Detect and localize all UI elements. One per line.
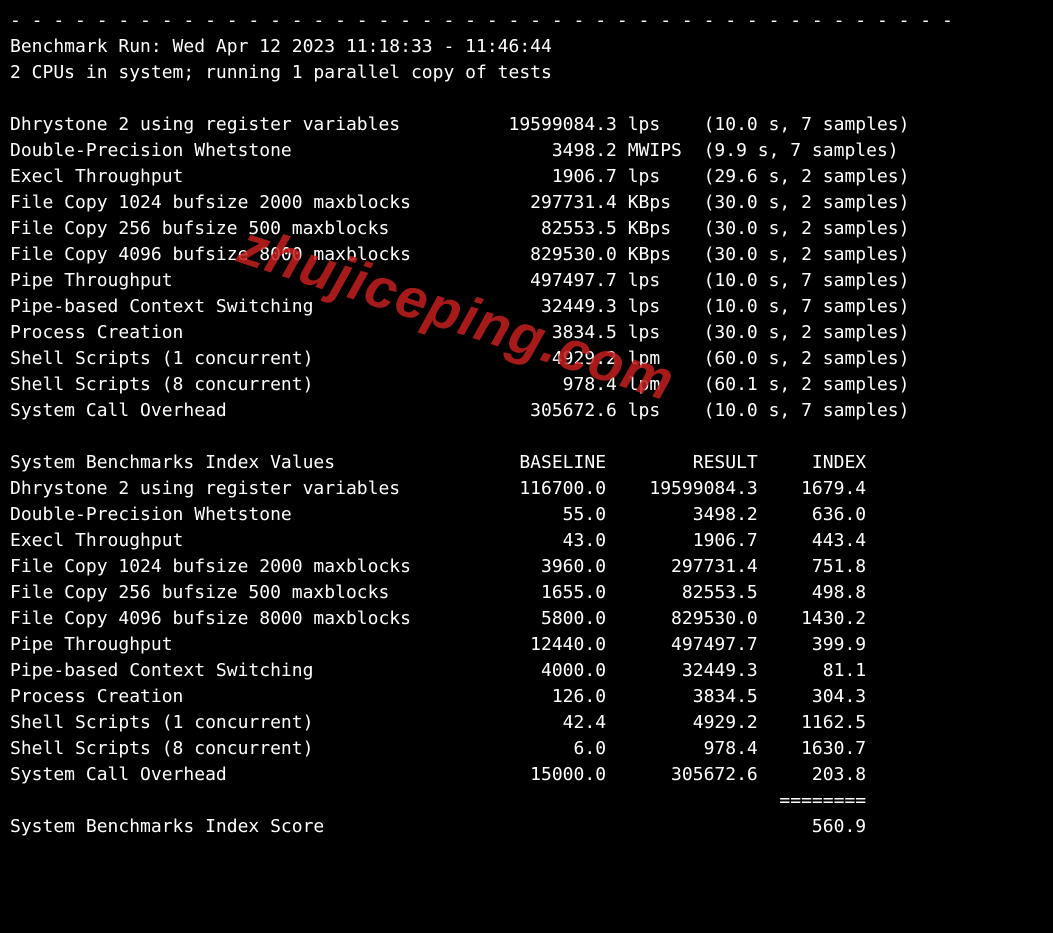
cpu-info-line: 2 CPUs in system; running 1 parallel cop… [10,62,552,83]
benchmark-run-line: Benchmark Run: Wed Apr 12 2023 11:18:33 … [10,36,552,57]
separator-line: - - - - - - - - - - - - - - - - - - - - … [10,10,953,31]
index-score-line: System Benchmarks Index Score 560.9 [10,816,866,837]
terminal-output: - - - - - - - - - - - - - - - - - - - - … [0,0,1053,848]
index-divider-line: ======== [10,790,866,811]
index-block: Dhrystone 2 using register variables 116… [10,478,866,785]
tests-block: Dhrystone 2 using register variables 195… [10,114,909,421]
index-header-line: System Benchmarks Index Values BASELINE … [10,452,866,473]
